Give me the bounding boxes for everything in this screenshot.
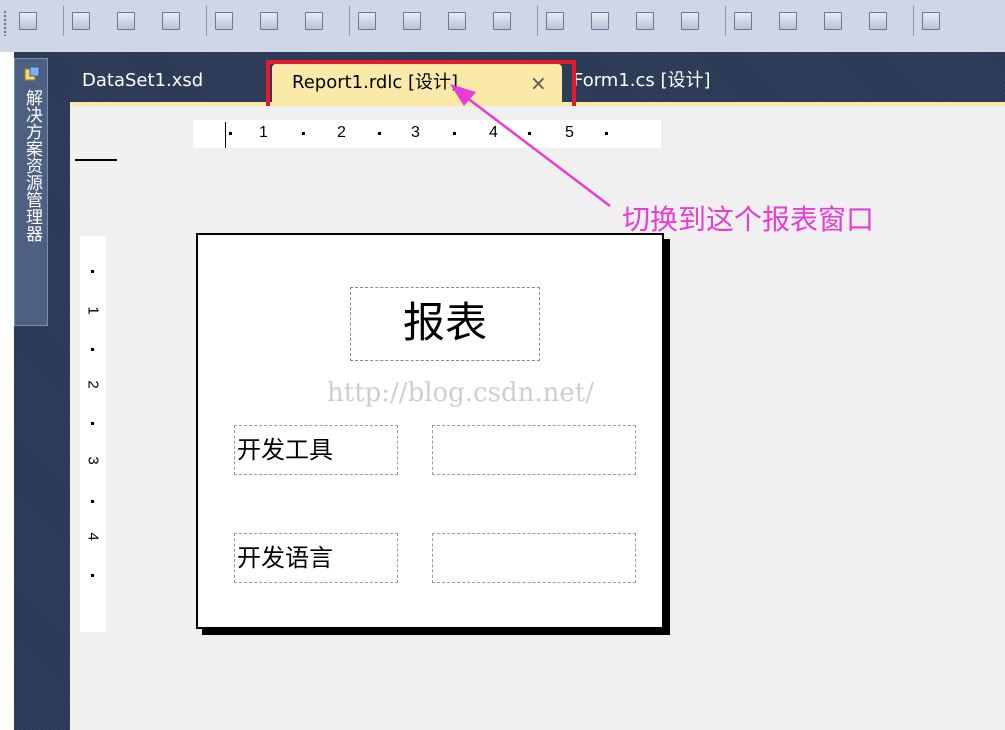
watermark-text: http://blog.csdn.net/ (327, 378, 594, 408)
align-middle-icon (260, 12, 278, 30)
ruler-origin-line (225, 122, 226, 148)
tab-dataset1-xsd[interactable]: DataSet1.xsd (82, 64, 203, 98)
align-center-icon[interactable] (114, 8, 138, 34)
field-value-dev-tool[interactable] (432, 425, 636, 475)
vertical-spacing-equal-icon (734, 12, 752, 30)
align-right-icon[interactable] (159, 8, 183, 34)
increase-vertical-spacing-icon[interactable] (776, 8, 800, 34)
solution-explorer-label: 解决方案资源管理器 (22, 89, 42, 242)
align-grid-icon (19, 12, 37, 30)
align-grid-icon[interactable] (16, 8, 40, 34)
vertical-ruler: 1 2 3 4 (80, 236, 106, 632)
ruler-tick (229, 132, 232, 135)
remove-vertical-spacing-icon (869, 12, 887, 30)
ruler-number: 1 (259, 124, 268, 141)
report-page[interactable]: 报表 开发工具 开发语言 (196, 233, 664, 629)
ruler-tick (91, 348, 94, 351)
remove-horizontal-spacing-icon (681, 12, 699, 30)
toolbar-grip[interactable] (3, 10, 7, 36)
horizontal-spacing-equal-icon (546, 12, 564, 30)
solution-explorer-tab[interactable]: 解决方案资源管理器 (14, 58, 48, 326)
make-same-height-icon[interactable] (400, 8, 424, 34)
align-bottom-icon[interactable] (302, 8, 326, 34)
make-same-height-icon (403, 12, 421, 30)
make-same-width-icon[interactable] (355, 8, 379, 34)
align-center-icon (117, 12, 135, 30)
toolbar-separator (913, 6, 914, 36)
size-to-grid-icon (493, 12, 511, 30)
align-bottom-icon (305, 12, 323, 30)
align-left-icon (72, 12, 90, 30)
decrease-vertical-spacing-icon (824, 12, 842, 30)
make-same-width-icon (358, 12, 376, 30)
ruler-tick (378, 132, 381, 135)
increase-horizontal-spacing-icon[interactable] (588, 8, 612, 34)
make-same-size-icon[interactable] (445, 8, 469, 34)
ruler-number: 3 (84, 456, 102, 465)
align-top-icon[interactable] (212, 8, 236, 34)
toolbar-separator (63, 6, 64, 36)
center-horizontally-icon[interactable] (919, 8, 943, 34)
align-middle-icon[interactable] (257, 8, 281, 34)
ruler-number: 4 (84, 532, 102, 541)
center-horizontally-icon (922, 12, 940, 30)
increase-horizontal-spacing-icon (591, 12, 609, 30)
align-left-icon[interactable] (69, 8, 93, 34)
annotation-arrow (450, 84, 611, 207)
remove-vertical-spacing-icon[interactable] (866, 8, 890, 34)
field-value-dev-language[interactable] (432, 533, 636, 583)
field-label-dev-tool[interactable]: 开发工具 (234, 425, 398, 475)
ruler-tick (91, 574, 94, 577)
increase-vertical-spacing-icon (779, 12, 797, 30)
layout-toolbar (0, 0, 1005, 53)
toolbar-separator (537, 6, 538, 36)
ruler-tick (302, 132, 305, 135)
ruler-tick (91, 500, 94, 503)
decrease-horizontal-spacing-icon[interactable] (633, 8, 657, 34)
make-same-size-icon (448, 12, 466, 30)
align-right-icon (162, 12, 180, 30)
decrease-vertical-spacing-icon[interactable] (821, 8, 845, 34)
toolbar-separator (349, 6, 350, 36)
report-title-textbox[interactable]: 报表 (350, 287, 540, 361)
align-top-icon (215, 12, 233, 30)
ruler-number: 3 (411, 124, 420, 141)
ruler-number: 2 (337, 124, 346, 141)
remove-horizontal-spacing-icon[interactable] (678, 8, 702, 34)
ruler-tick (91, 270, 94, 273)
decrease-horizontal-spacing-icon (636, 12, 654, 30)
ruler-number: 1 (84, 306, 102, 315)
ruler-number: 2 (84, 380, 102, 389)
horizontal-spacing-equal-icon[interactable] (543, 8, 567, 34)
solution-explorer-icon (24, 66, 40, 81)
left-margin (0, 52, 14, 730)
toolbar-separator (206, 6, 207, 36)
size-to-grid-icon[interactable] (490, 8, 514, 34)
ruler-tick (91, 422, 94, 425)
ruler-corner-mark (75, 159, 117, 161)
toolbar-separator (725, 6, 726, 36)
vertical-spacing-equal-icon[interactable] (731, 8, 755, 34)
field-label-dev-language[interactable]: 开发语言 (234, 533, 398, 583)
annotation-text: 切换到这个报表窗口 (622, 203, 875, 236)
